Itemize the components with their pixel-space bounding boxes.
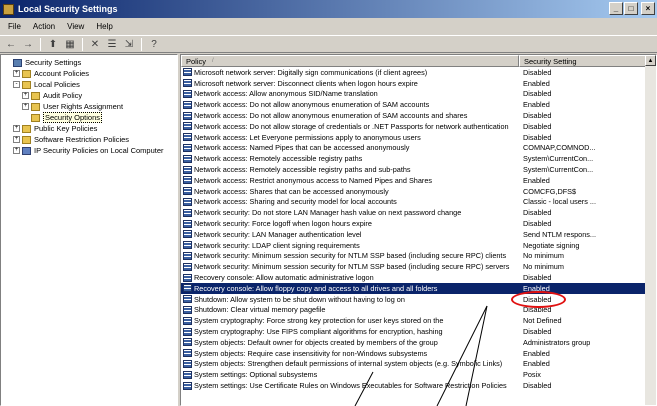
callout-line: [436, 305, 488, 406]
local-security-settings-window: Local Security Settings _ □ × File Actio…: [0, 0, 657, 406]
callout-line: [354, 371, 374, 406]
callout-line: [465, 305, 488, 406]
annotation-callout-lines: [354, 305, 488, 406]
